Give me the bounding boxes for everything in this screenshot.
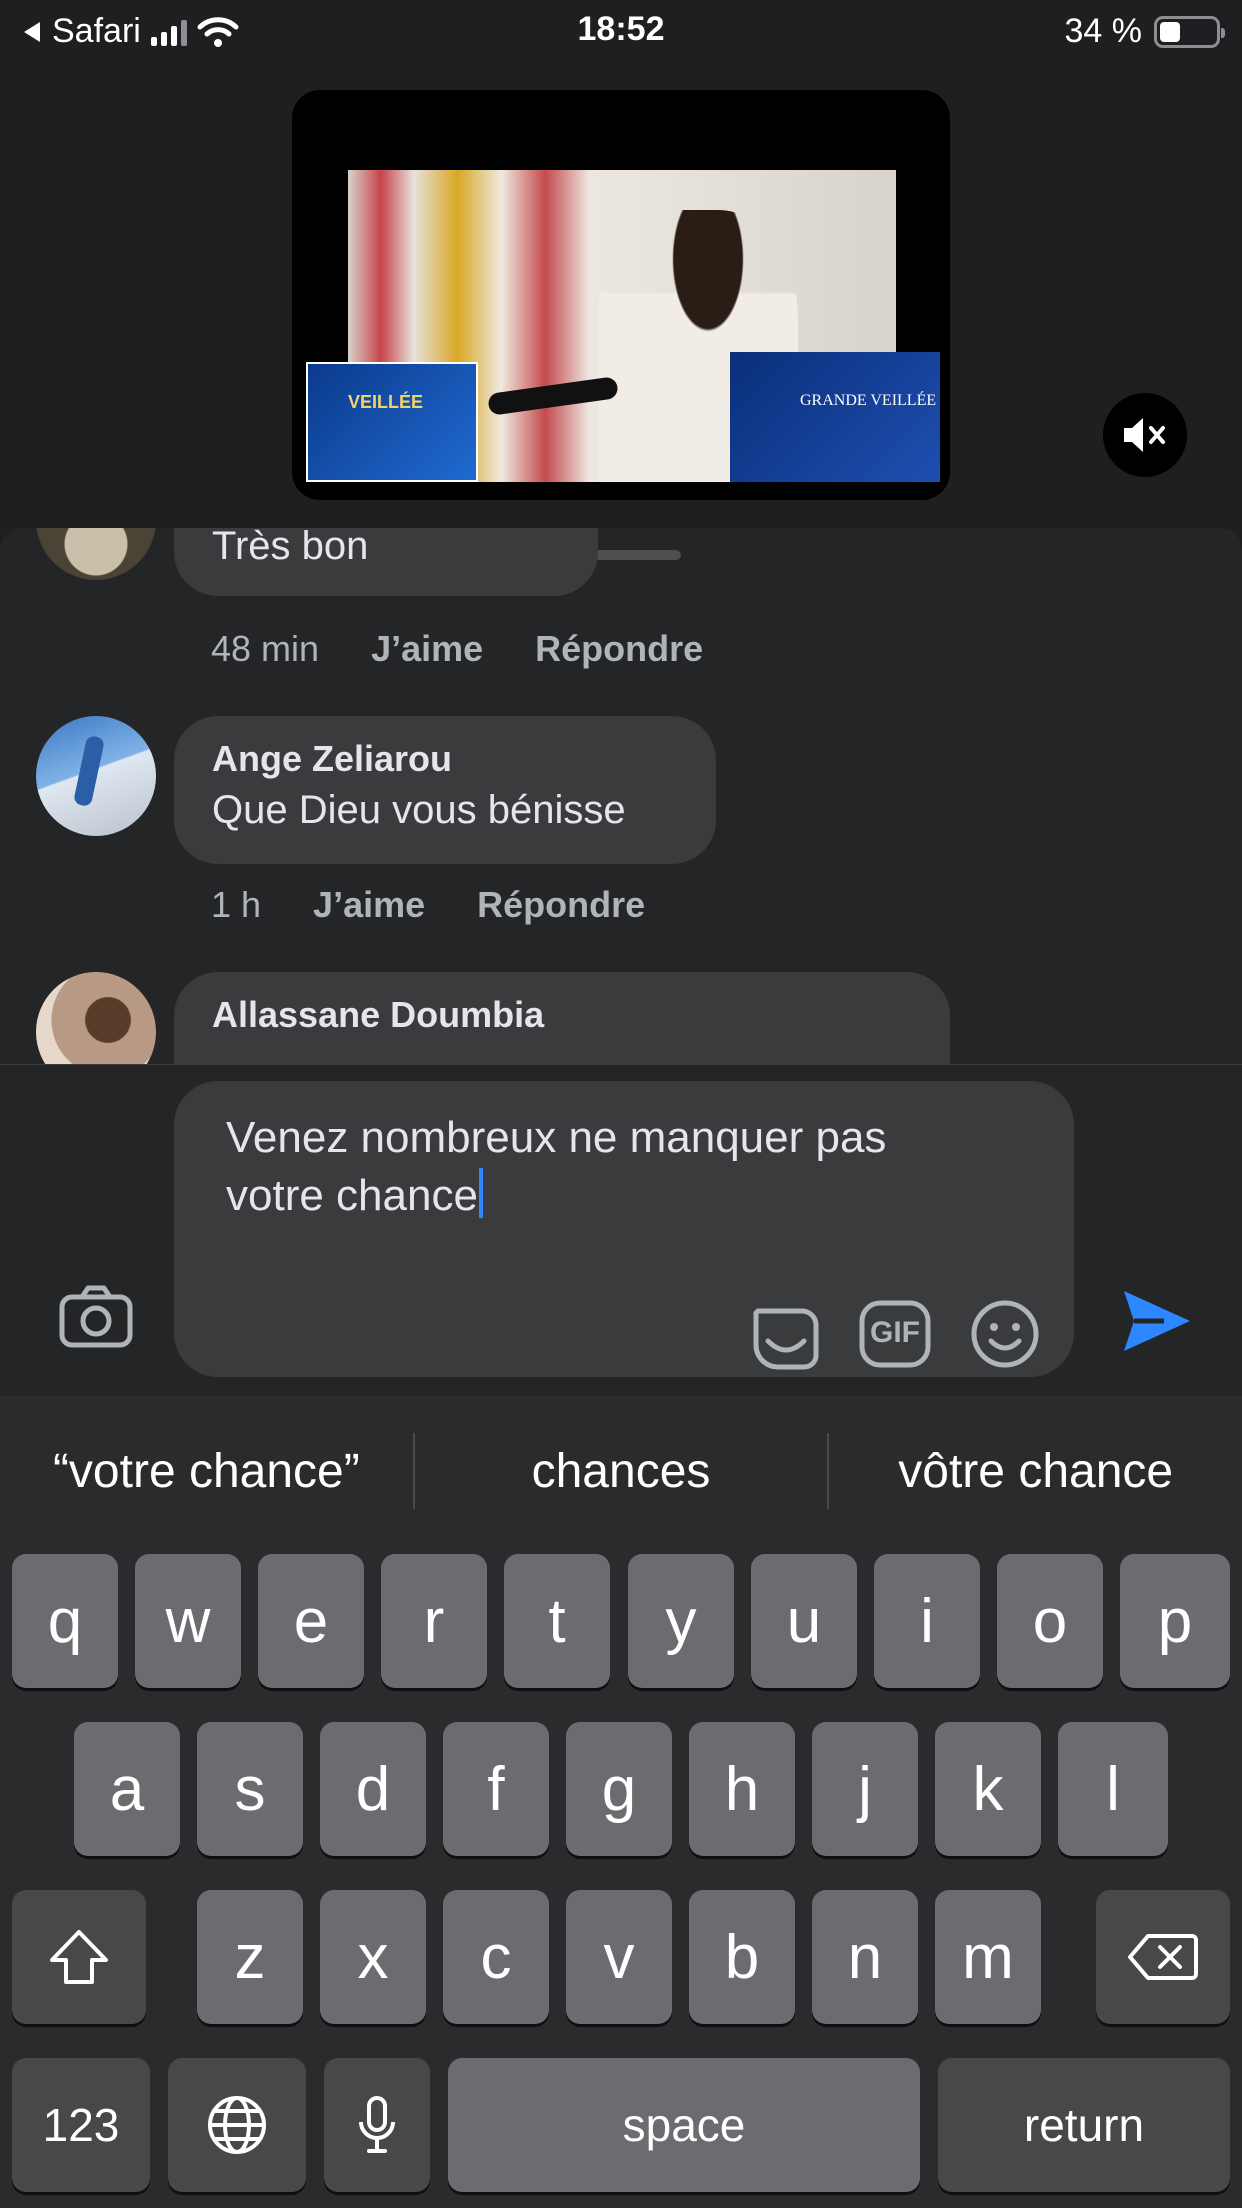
dictation-key[interactable] xyxy=(324,2058,430,2192)
key-z[interactable]: z xyxy=(197,1890,303,2024)
sticker-button[interactable] xyxy=(748,1297,822,1371)
key-w[interactable]: w xyxy=(135,1554,241,1688)
key-x[interactable]: x xyxy=(320,1890,426,2024)
key-f[interactable]: f xyxy=(443,1722,549,1856)
gif-button[interactable]: GIF xyxy=(858,1297,932,1371)
event-poster-right: GRANDE VEILLÉE xyxy=(730,352,940,482)
predictive-bar: “votre chance” chances vôtre chance xyxy=(0,1396,1242,1546)
key-r[interactable]: r xyxy=(381,1554,487,1688)
key-k[interactable]: k xyxy=(935,1722,1041,1856)
backspace-icon xyxy=(1128,1934,1198,1980)
reply-button[interactable]: Répondre xyxy=(535,628,703,670)
shift-icon xyxy=(50,1930,108,1984)
speaker-muted-icon xyxy=(1124,418,1165,452)
comment-time: 48 min xyxy=(211,628,320,669)
comment-bubble[interactable]: Ange Zeliarou Que Dieu vous bénisse xyxy=(174,716,716,864)
suggestion-2[interactable]: chances xyxy=(415,1444,828,1499)
text-caret xyxy=(478,1168,483,1218)
camera-icon xyxy=(59,1285,133,1348)
poster-right-title: GRANDE VEILLÉE xyxy=(800,392,937,409)
battery-icon xyxy=(1154,15,1225,48)
battery-percentage: 34 % xyxy=(1064,12,1143,50)
key-v[interactable]: v xyxy=(566,1890,672,2024)
camera-button[interactable] xyxy=(58,1283,134,1349)
key-m[interactable]: m xyxy=(935,1890,1041,2024)
key-l[interactable]: l xyxy=(1058,1722,1168,1856)
comment-time: 1 h xyxy=(211,884,262,925)
microphone-icon xyxy=(359,2096,395,2153)
comment-composer: Venez nombreux ne manquer pas votre chan… xyxy=(0,1064,1242,1396)
key-y[interactable]: y xyxy=(628,1554,734,1688)
key-g[interactable]: g xyxy=(566,1722,672,1856)
space-key[interactable]: space xyxy=(448,2058,920,2192)
live-video-player[interactable]: VEILLÉE GRANDE VEILLÉE xyxy=(292,90,950,500)
comment-bubble[interactable]: Très bon xyxy=(174,528,598,596)
sticker-icon xyxy=(753,1308,819,1370)
key-t[interactable]: t xyxy=(504,1554,610,1688)
comment-meta: 1 h J’aime Répondre xyxy=(211,884,645,926)
poster-left-title: VEILLÉE xyxy=(348,392,424,412)
key-q[interactable]: q xyxy=(12,1554,118,1688)
like-button[interactable]: J’aime xyxy=(313,884,425,926)
commenter-name[interactable]: Ange Zeliarou xyxy=(212,738,678,780)
commenter-avatar[interactable] xyxy=(36,528,156,580)
key-i[interactable]: i xyxy=(874,1554,980,1688)
status-bar: Safari 18:52 34 % xyxy=(0,0,1242,64)
emoji-button[interactable] xyxy=(968,1297,1042,1371)
numbers-key[interactable]: 123 xyxy=(12,2058,150,2192)
comment-text: Très bon xyxy=(212,528,369,568)
globe-icon xyxy=(208,2096,266,2154)
event-poster-left: VEILLÉE xyxy=(306,362,478,482)
key-j[interactable]: j xyxy=(812,1722,918,1856)
suggestion-1[interactable]: “votre chance” xyxy=(0,1444,413,1499)
mute-button[interactable] xyxy=(1103,393,1187,477)
backspace-key[interactable] xyxy=(1096,1890,1230,2024)
suggestion-3[interactable]: vôtre chance xyxy=(829,1444,1242,1499)
key-c[interactable]: c xyxy=(443,1890,549,2024)
ios-keyboard: “votre chance” chances vôtre chance q w … xyxy=(0,1396,1242,2208)
key-p[interactable]: p xyxy=(1120,1554,1230,1688)
key-h[interactable]: h xyxy=(689,1722,795,1856)
key-d[interactable]: d xyxy=(320,1722,426,1856)
commenter-name[interactable]: Allassane Doumbia xyxy=(212,994,912,1036)
like-button[interactable]: J’aime xyxy=(371,628,483,670)
reply-button[interactable]: Répondre xyxy=(477,884,645,926)
comment-text: Que Dieu vous bénisse xyxy=(212,788,626,832)
key-a[interactable]: a xyxy=(74,1722,180,1856)
send-icon xyxy=(1124,1291,1190,1351)
comments-sheet[interactable]: Très bon 48 min J’aime Répondre Ange Zel… xyxy=(0,528,1242,1064)
globe-key[interactable] xyxy=(168,2058,306,2192)
comment-meta: 48 min J’aime Répondre xyxy=(211,628,703,670)
key-s[interactable]: s xyxy=(197,1722,303,1856)
shift-key[interactable] xyxy=(12,1890,146,2024)
commenter-avatar[interactable] xyxy=(36,972,156,1064)
comment-input-text[interactable]: Venez nombreux ne manquer pas votre chan… xyxy=(226,1109,1026,1225)
key-o[interactable]: o xyxy=(997,1554,1103,1688)
input-line-1: Venez nombreux ne manquer pas xyxy=(226,1113,887,1162)
battery-status: 34 % xyxy=(1064,12,1225,51)
input-line-2: votre chance xyxy=(226,1171,478,1220)
return-key[interactable]: return xyxy=(938,2058,1230,2192)
key-e[interactable]: e xyxy=(258,1554,364,1688)
gif-label: GIF xyxy=(870,1316,920,1349)
key-b[interactable]: b xyxy=(689,1890,795,2024)
key-u[interactable]: u xyxy=(751,1554,857,1688)
commenter-avatar[interactable] xyxy=(36,716,156,836)
comment-bubble[interactable]: Allassane Doumbia xyxy=(174,972,950,1064)
comment-input[interactable]: Venez nombreux ne manquer pas votre chan… xyxy=(174,1081,1074,1377)
key-n[interactable]: n xyxy=(812,1890,918,2024)
send-button[interactable] xyxy=(1120,1287,1192,1355)
emoji-icon xyxy=(971,1300,1039,1368)
clock: 18:52 xyxy=(577,10,665,48)
